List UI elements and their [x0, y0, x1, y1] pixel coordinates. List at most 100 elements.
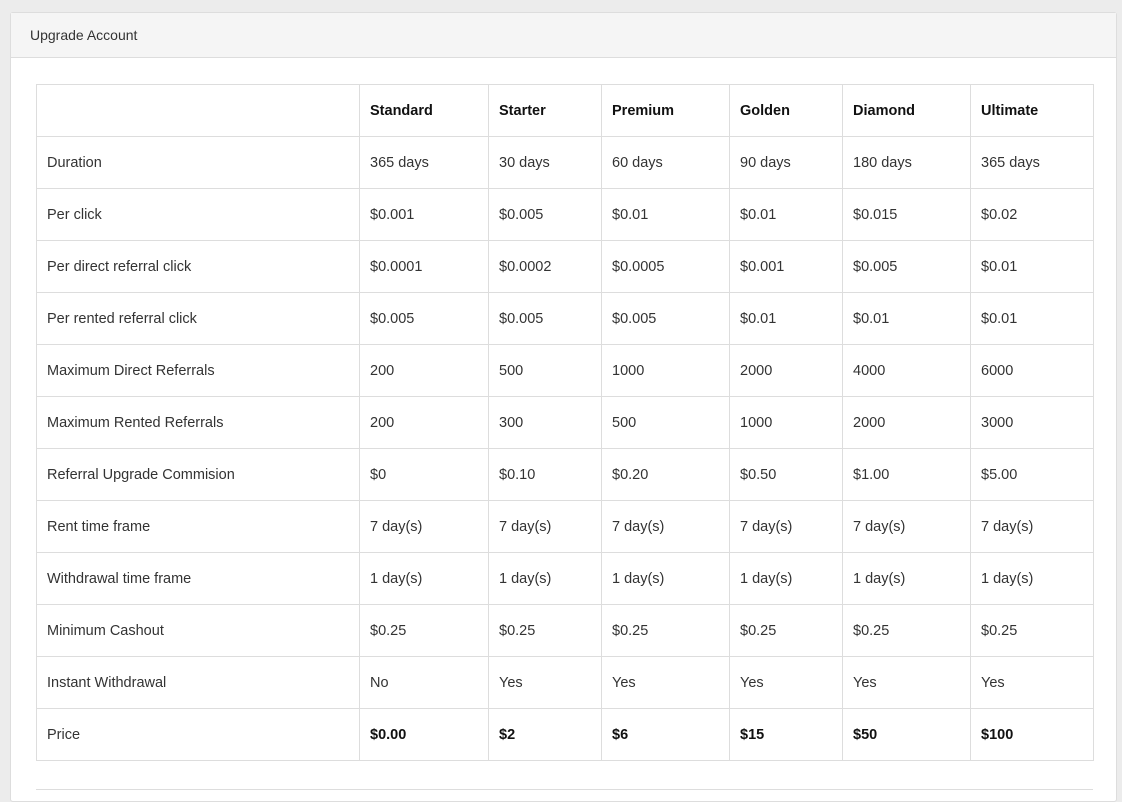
plan-value-cell: 1 day(s): [842, 552, 971, 605]
row-label: Maximum Direct Referrals: [36, 344, 360, 397]
row-label: Duration: [36, 136, 360, 189]
table-row: Instant Withdrawal No Yes Yes Yes Yes Yes: [36, 656, 1094, 709]
plan-value-cell: Yes: [729, 656, 843, 709]
plan-value-cell: 180 days: [842, 136, 971, 189]
plan-value-cell: 200: [359, 396, 489, 449]
table-row: Maximum Direct Referrals 200 500 1000 2000 40…: [36, 344, 1094, 397]
plan-value-cell: $6: [601, 708, 730, 761]
plan-value-cell: 1000: [729, 396, 843, 449]
table-row: Rent time frame 7 day(s) 7 day(s) 7 day(s) 7…: [36, 500, 1094, 553]
plan-value-cell: $0.50: [729, 448, 843, 501]
table-row: Duration 365 days 30 days 60 days 90 days 180…: [36, 136, 1094, 189]
plan-value-cell: 7 day(s): [359, 500, 489, 553]
row-label: Referral Upgrade Commision: [36, 448, 360, 501]
row-label: Per rented referral click: [36, 292, 360, 345]
upgrade-account-panel: Upgrade Account Standard Starter Premium…: [10, 12, 1117, 802]
plan-value-cell: 1 day(s): [601, 552, 730, 605]
plan-value-cell: $100: [970, 708, 1094, 761]
table-row: Per direct referral click $0.0001 $0.0002 $…: [36, 240, 1094, 293]
table-row: Referral Upgrade Commision $0 $0.10 $0.20 $0…: [36, 448, 1094, 501]
table-row: Withdrawal time frame 1 day(s) 1 day(s) 1 d…: [36, 552, 1094, 605]
plan-value-cell: $0.015: [842, 188, 971, 241]
plan-value-cell: $0.25: [970, 604, 1094, 657]
plan-value-cell: $0.005: [488, 292, 602, 345]
plan-value-cell: 30 days: [488, 136, 602, 189]
row-label: Minimum Cashout: [36, 604, 360, 657]
plan-value-cell: Yes: [488, 656, 602, 709]
row-label: Instant Withdrawal: [36, 656, 360, 709]
panel-title: Upgrade Account: [11, 13, 1116, 58]
table-row: Maximum Rented Referrals 200 300 500 1000 200…: [36, 396, 1094, 449]
plan-value-cell: 6000: [970, 344, 1094, 397]
plan-value-cell: Yes: [970, 656, 1094, 709]
plan-value-cell: 1 day(s): [359, 552, 489, 605]
plan-value-cell: $0.01: [729, 188, 843, 241]
plan-value-cell: $0.00: [359, 708, 489, 761]
plan-value-cell: $0.005: [359, 292, 489, 345]
plan-value-cell: 200: [359, 344, 489, 397]
plan-value-cell: $0.005: [601, 292, 730, 345]
plans-comparison-table: Standard Starter Premium Golden Diamond …: [36, 84, 1094, 761]
plan-value-cell: 300: [488, 396, 602, 449]
plan-value-cell: No: [359, 656, 489, 709]
plan-header-premium: Premium: [601, 84, 730, 137]
plan-value-cell: 3000: [970, 396, 1094, 449]
row-label: Maximum Rented Referrals: [36, 396, 360, 449]
plan-value-cell: 365 days: [359, 136, 489, 189]
plan-value-cell: $0.005: [842, 240, 971, 293]
plan-header-diamond: Diamond: [842, 84, 971, 137]
plan-value-cell: $0.001: [729, 240, 843, 293]
plan-value-cell: $0.01: [601, 188, 730, 241]
plan-value-cell: $0.01: [729, 292, 843, 345]
plan-value-cell: $1.00: [842, 448, 971, 501]
table-bottom-divider: [36, 789, 1093, 790]
plan-value-cell: 7 day(s): [729, 500, 843, 553]
plan-value-cell: 2000: [842, 396, 971, 449]
plan-value-cell: $0.001: [359, 188, 489, 241]
plan-value-cell: $0.25: [488, 604, 602, 657]
plan-value-cell: Yes: [601, 656, 730, 709]
plan-header-starter: Starter: [488, 84, 602, 137]
plan-header-standard: Standard: [359, 84, 489, 137]
table-row: Minimum Cashout $0.25 $0.25 $0.25 $0.25 $0.25…: [36, 604, 1094, 657]
plan-value-cell: $0.25: [729, 604, 843, 657]
plan-value-cell: $0.10: [488, 448, 602, 501]
plan-value-cell: $0.20: [601, 448, 730, 501]
plan-value-cell: 7 day(s): [970, 500, 1094, 553]
plan-value-cell: $2: [488, 708, 602, 761]
plan-value-cell: 1 day(s): [970, 552, 1094, 605]
plan-value-cell: $50: [842, 708, 971, 761]
plan-value-cell: 7 day(s): [488, 500, 602, 553]
row-label: Rent time frame: [36, 500, 360, 553]
plan-value-cell: 1000: [601, 344, 730, 397]
plan-value-cell: $15: [729, 708, 843, 761]
row-label: Per direct referral click: [36, 240, 360, 293]
plan-value-cell: $0.25: [601, 604, 730, 657]
table-header-row: Standard Starter Premium Golden Diamond …: [36, 84, 1094, 137]
table-row: Per click $0.001 $0.005 $0.01 $0.01 $0.015 $0.…: [36, 188, 1094, 241]
plan-header-ultimate: Ultimate: [970, 84, 1094, 137]
plan-value-cell: 7 day(s): [842, 500, 971, 553]
plan-value-cell: $0.0001: [359, 240, 489, 293]
plan-value-cell: 60 days: [601, 136, 730, 189]
plan-value-cell: 500: [488, 344, 602, 397]
plan-value-cell: 4000: [842, 344, 971, 397]
plan-value-cell: $0.0005: [601, 240, 730, 293]
plan-value-cell: $0: [359, 448, 489, 501]
plan-value-cell: 2000: [729, 344, 843, 397]
plan-value-cell: 1 day(s): [488, 552, 602, 605]
table-row: Per rented referral click $0.005 $0.005 $0.…: [36, 292, 1094, 345]
plan-value-cell: 500: [601, 396, 730, 449]
plan-value-cell: $0.0002: [488, 240, 602, 293]
plan-value-cell: $0.25: [359, 604, 489, 657]
plan-header-golden: Golden: [729, 84, 843, 137]
table-row: Price $0.00 $2 $6 $15 $50 $100: [36, 708, 1094, 761]
plan-value-cell: $0.02: [970, 188, 1094, 241]
row-label: Withdrawal time frame: [36, 552, 360, 605]
plan-value-cell: 365 days: [970, 136, 1094, 189]
plan-value-cell: 7 day(s): [601, 500, 730, 553]
plan-value-cell: $0.005: [488, 188, 602, 241]
row-label: Price: [36, 708, 360, 761]
header-empty-cell: [36, 84, 360, 137]
row-label: Per click: [36, 188, 360, 241]
